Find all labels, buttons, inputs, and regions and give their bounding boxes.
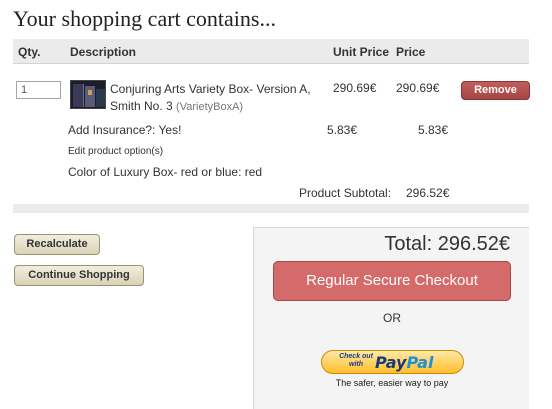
column-header-price: Price: [396, 45, 426, 59]
order-total: Total: 296.52€: [384, 233, 510, 255]
secure-checkout-button[interactable]: Regular Secure Checkout: [273, 261, 511, 301]
product-name-link[interactable]: Conjuring Arts Variety Box- Version A, S…: [110, 81, 325, 116]
item-unit-price: 290.69€: [333, 81, 377, 95]
column-header-description: Description: [70, 45, 137, 59]
insurance-price: 5.83€: [418, 123, 449, 137]
table-footer-divider: [13, 204, 529, 213]
page-title: Your shopping cart contains...: [13, 6, 276, 31]
paypal-checkout-prefix: Check out with: [339, 353, 373, 368]
subtotal-label: Product Subtotal:: [299, 186, 392, 200]
recalculate-button[interactable]: Recalculate: [14, 234, 100, 255]
edit-product-options-link[interactable]: Edit product option(s): [68, 146, 163, 157]
cart-table-header: Qty. Description Unit Price Price: [13, 39, 529, 64]
remove-button[interactable]: Remove: [461, 81, 530, 100]
paypal-tagline: The safer, easier way to pay: [335, 378, 449, 388]
paypal-logo-pay: Pay: [375, 353, 407, 372]
insurance-unit-price: 5.83€: [327, 123, 358, 137]
item-price: 290.69€: [396, 81, 440, 95]
checkout-panel: Total: 296.52€ Regular Secure Checkout O…: [253, 227, 529, 409]
product-box-image[interactable]: [70, 80, 106, 109]
column-header-qty: Qty.: [18, 45, 41, 59]
paypal-logo-icon: PayPal: [375, 353, 433, 372]
color-option: Color of Luxury Box- red or blue: red: [68, 165, 263, 179]
continue-shopping-button[interactable]: Continue Shopping: [14, 265, 144, 286]
or-divider: OR: [383, 311, 401, 325]
subtotal-value: 296.52€: [406, 186, 450, 200]
paypal-checkout-button[interactable]: Check out with PayPal: [321, 350, 464, 374]
quantity-input[interactable]: [16, 81, 61, 99]
paypal-logo-pal: Pal: [406, 353, 434, 372]
product-model: (VarietyBoxA): [176, 101, 244, 113]
column-header-unit-price: Unit Price: [333, 45, 390, 59]
insurance-option: Add Insurance?: Yes!: [68, 123, 182, 137]
